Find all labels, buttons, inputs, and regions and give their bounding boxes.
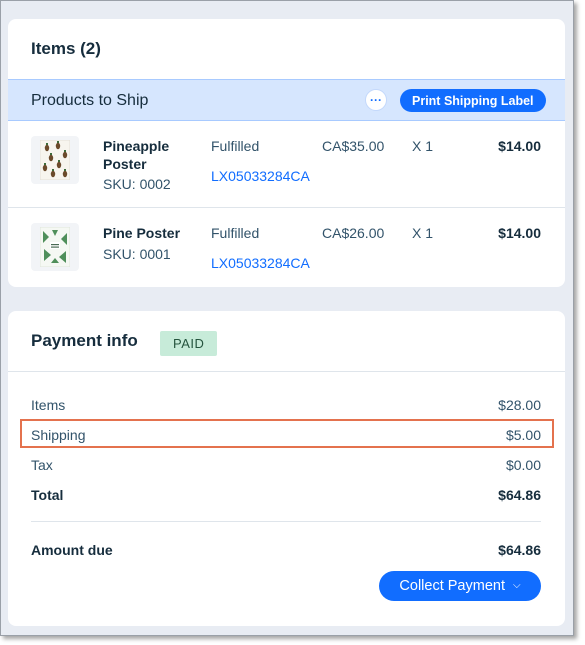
product-row: Pineapple Poster SKU: 0002 Fulfilled LX0…	[8, 122, 565, 208]
fulfillment-status: Fulfilled	[211, 225, 260, 241]
divider	[31, 521, 541, 522]
shipping-value: $5.00	[505, 427, 541, 443]
quantity: X 1	[412, 225, 434, 241]
paid-status-badge: PAID	[160, 331, 218, 356]
line-total: $14.00	[498, 225, 541, 241]
collect-payment-label: Collect Payment	[399, 578, 505, 594]
line-total: $14.00	[498, 138, 541, 154]
payment-info-card: Payment info PAID Items $28.00 Shipping …	[8, 311, 565, 626]
amount-due-value: $64.86	[498, 542, 541, 558]
print-shipping-label-button[interactable]: Print Shipping Label	[400, 89, 546, 112]
items-subtotal-label: Items	[31, 397, 66, 413]
order-panel: Items (2) Products to Ship ··· Print Shi…	[0, 0, 574, 636]
items-title: Items (2)	[31, 39, 101, 58]
amount-due-label: Amount due	[31, 542, 113, 558]
total-value: $64.86	[498, 487, 541, 503]
fulfillment-status: Fulfilled	[211, 138, 260, 154]
tracking-number-link[interactable]: LX05033284CA	[211, 255, 310, 271]
collect-payment-button[interactable]: Collect Payment ⌵	[379, 571, 541, 601]
chevron-down-icon: ⌵	[512, 580, 521, 591]
tracking-number-link[interactable]: LX05033284CA	[211, 168, 310, 184]
unit-price: CA$35.00	[322, 138, 385, 154]
product-sku: SKU: 0002	[103, 176, 171, 192]
items-subtotal-value: $28.00	[498, 397, 541, 413]
product-thumbnail	[31, 223, 79, 271]
tax-value: $0.00	[505, 457, 541, 473]
pine-poster-image	[40, 227, 70, 267]
products-to-ship-title: Products to Ship	[31, 92, 149, 109]
product-thumbnail	[31, 136, 79, 184]
product-name: Pine Poster	[103, 225, 181, 241]
product-name: Pineapple Poster	[103, 138, 170, 172]
divider	[8, 371, 565, 372]
shipping-highlight-box	[20, 419, 554, 448]
more-icon: ···	[370, 93, 382, 107]
payment-info-title: Payment info	[31, 331, 138, 350]
unit-price: CA$26.00	[322, 225, 385, 241]
pineapple-poster-image	[40, 140, 70, 180]
tax-label: Tax	[31, 457, 53, 473]
items-card: Items (2) Products to Ship ··· Print Shi…	[8, 19, 565, 287]
total-label: Total	[31, 487, 64, 503]
product-row: Pine Poster SKU: 0001 Fulfilled LX050332…	[8, 209, 565, 287]
shipping-label: Shipping	[31, 427, 86, 443]
products-to-ship-bar: Products to Ship ··· Print Shipping Labe…	[8, 79, 565, 121]
more-actions-button[interactable]: ···	[365, 89, 387, 111]
quantity: X 1	[412, 138, 434, 154]
product-sku: SKU: 0001	[103, 246, 171, 262]
